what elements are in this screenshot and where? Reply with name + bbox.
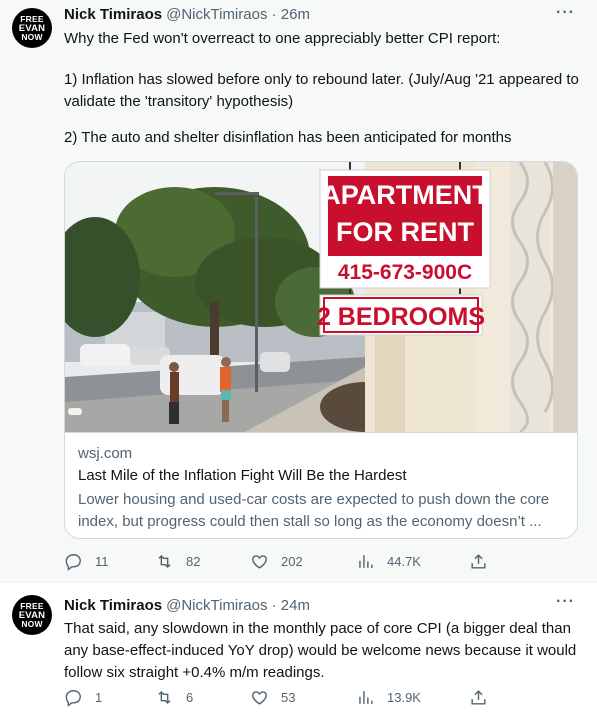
like-button[interactable]: 53 — [250, 685, 295, 709]
share-icon — [471, 689, 486, 705]
retweet-icon — [158, 690, 171, 704]
like-count: 53 — [281, 689, 296, 705]
tweet-header: Nick Timiraos @NickTimiraos · 24m — [64, 597, 310, 614]
tweet-header: Nick Timiraos @NickTimiraos · 26m — [64, 6, 310, 23]
sign-text-phone: 415-673-900C — [338, 261, 472, 284]
display-name[interactable]: Nick Timiraos — [64, 597, 162, 614]
reply-count: 1 — [95, 689, 103, 705]
share-button[interactable] — [469, 549, 488, 573]
avatar[interactable]: FREE EVAN NOW — [12, 595, 52, 635]
sign-text-apartment: APARTMENT — [321, 180, 489, 210]
tweet-text-paragraph: Why the Fed won't overreact to one appre… — [64, 30, 501, 47]
retweet-button[interactable]: 6 — [155, 685, 193, 709]
sign-text-for-rent: FOR RENT — [336, 217, 475, 247]
more-icon[interactable]: ··· — [556, 4, 575, 22]
tweet-text: That said, any slowdown in the monthly p… — [64, 620, 577, 681]
views-count: 13.9K — [387, 689, 421, 705]
handle-and-time[interactable]: @NickTimiraos · 24m — [166, 597, 310, 614]
like-icon — [252, 554, 267, 569]
like-button[interactable]: 202 — [250, 549, 303, 573]
views-button[interactable]: 13.9K — [356, 685, 421, 709]
retweet-count: 82 — [186, 553, 201, 569]
reply-button[interactable]: 11 — [64, 549, 109, 573]
avatar-text-line3: NOW — [21, 618, 43, 629]
views-icon — [359, 690, 373, 704]
reply-count: 11 — [95, 553, 109, 569]
tweet[interactable]: FREE EVAN NOW Nick Timiraos @NickTimiraos… — [0, 0, 597, 582]
avatar[interactable]: FREE EVAN NOW — [12, 8, 52, 48]
card-title[interactable]: Last Mile of the Inflation Fight Will Be… — [78, 467, 406, 484]
retweet-count: 6 — [186, 689, 194, 705]
tweet-actions: 11 82 202 44.7K — [64, 549, 504, 573]
handle-and-time[interactable]: @NickTimiraos · 26m — [166, 6, 310, 23]
share-button[interactable] — [469, 685, 488, 709]
card-image: APARTMENT FOR RENT 415-673-900C 2 BEDROO… — [65, 162, 577, 432]
views-button[interactable]: 44.7K — [356, 549, 421, 573]
sign-text-bedrooms: 2 BEDROOMS — [317, 303, 485, 331]
card-domain: wsj.com — [78, 445, 133, 462]
link-card[interactable]: APARTMENT FOR RENT 415-673-900C 2 BEDROO… — [64, 161, 578, 539]
card-details[interactable]: wsj.com Last Mile of the Inflation Fight… — [65, 432, 577, 538]
like-icon — [252, 690, 267, 705]
more-icon[interactable]: ··· — [556, 593, 575, 611]
views-count: 44.7K — [387, 553, 421, 569]
tweet-text-paragraph: 2) The auto and shelter disinflation has… — [64, 129, 512, 146]
card-description: Lower housing and used-car costs are exp… — [78, 491, 550, 530]
display-name[interactable]: Nick Timiraos — [64, 6, 162, 23]
tweet[interactable]: FREE EVAN NOW Nick Timiraos @NickTimiraos… — [0, 582, 597, 716]
tweet-text-paragraph: 1) Inflation has slowed before only to r… — [64, 71, 579, 110]
tweet-actions: 1 6 53 13.9K — [64, 685, 504, 709]
reply-icon — [65, 553, 81, 571]
reply-icon — [65, 689, 81, 707]
retweet-button[interactable]: 82 — [155, 549, 200, 573]
views-icon — [359, 554, 373, 568]
retweet-icon — [158, 554, 171, 568]
like-count: 202 — [281, 553, 303, 569]
reply-button[interactable]: 1 — [64, 685, 102, 709]
avatar-text-line3: NOW — [21, 31, 43, 42]
share-icon — [471, 553, 486, 569]
